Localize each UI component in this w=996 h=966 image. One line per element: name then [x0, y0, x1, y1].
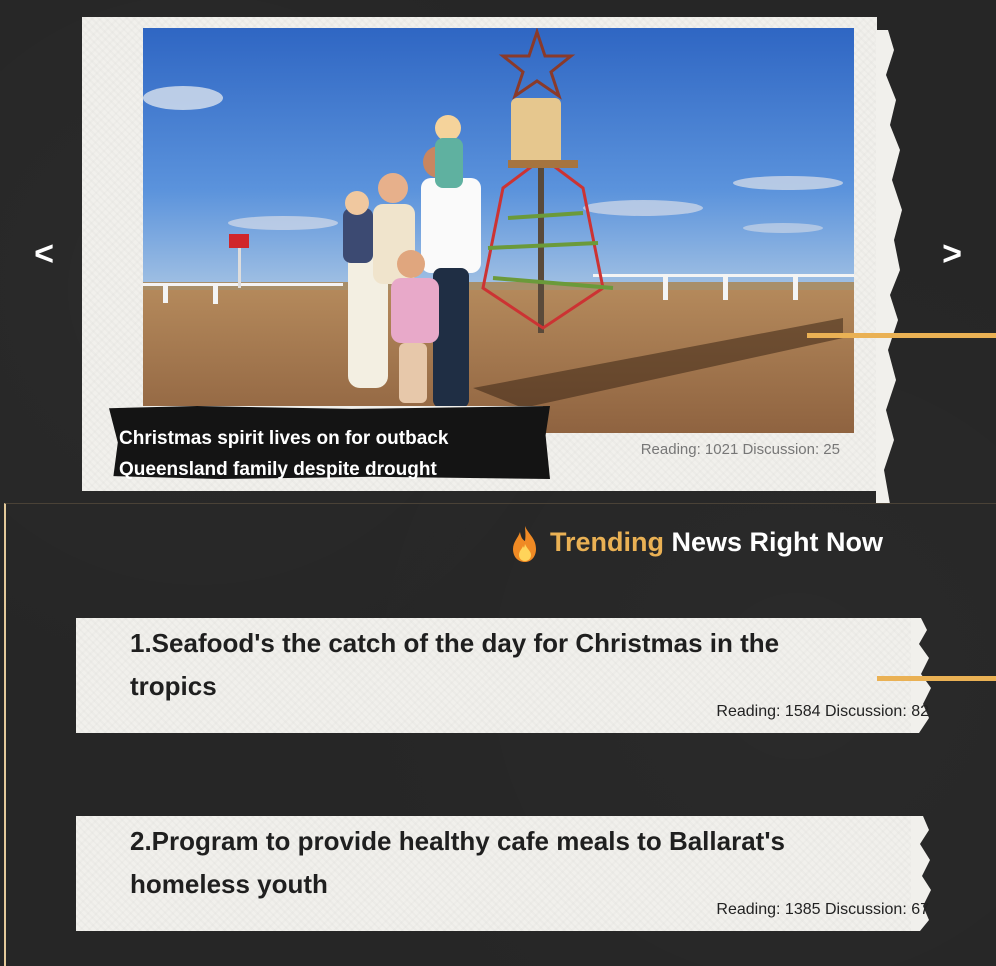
chevron-right-icon: > [942, 235, 962, 273]
trending-title-rest: News Right Now [664, 527, 884, 557]
news-title[interactable]: 2.Program to provide healthy cafe meals … [130, 820, 870, 906]
chevron-left-icon: < [34, 235, 54, 273]
carousel-next-button[interactable]: > [936, 232, 968, 276]
featured-headline-line1: Christmas spirit lives on for outback [119, 428, 449, 449]
featured-photo[interactable] [143, 28, 854, 433]
featured-stats: Reading: 1021 Discussion: 25 [640, 441, 840, 458]
accent-line [877, 676, 996, 681]
news-stats: Reading: 1385 Discussion: 67 [716, 901, 929, 918]
featured-headline-line2: Queensland family despite drought [119, 459, 437, 480]
trending-title-accent: Trending [550, 527, 664, 557]
news-title[interactable]: 1.Seafood's the catch of the day for Chr… [130, 622, 870, 708]
fire-icon [513, 526, 536, 562]
torn-paper-edge [876, 30, 902, 504]
featured-carousel: < > Christmas spirit lives on for outbac… [0, 0, 996, 504]
trending-title: Trending News Right Now [550, 527, 883, 558]
news-card[interactable]: 2.Program to provide healthy cafe meals … [76, 816, 931, 931]
page: < > Christmas spirit lives on for outbac… [0, 0, 996, 966]
carousel-prev-button[interactable]: < [28, 232, 60, 276]
accent-line [807, 333, 996, 338]
news-stats: Reading: 1584 Discussion: 82 [716, 703, 929, 720]
outback-family-photo [143, 28, 854, 433]
news-card[interactable]: 1.Seafood's the catch of the day for Chr… [76, 618, 931, 733]
featured-headline[interactable]: Christmas spirit lives on for outback Qu… [119, 423, 539, 485]
